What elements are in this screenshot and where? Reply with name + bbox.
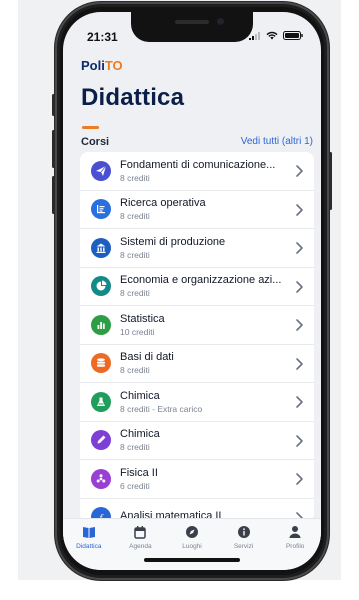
front-camera bbox=[217, 18, 224, 25]
course-credits: 8 crediti bbox=[120, 365, 150, 376]
chevron-right-icon bbox=[296, 473, 303, 485]
screen: 21:31 PoliTO Didattica Corsi Vedi tutti … bbox=[63, 12, 321, 570]
battery-icon bbox=[283, 31, 303, 40]
chevron-right-icon bbox=[296, 203, 303, 216]
atom-icon bbox=[91, 468, 111, 489]
course-credits: 6 crediti bbox=[120, 480, 150, 491]
tab-didattica[interactable]: Didattica bbox=[64, 519, 114, 570]
building-icon bbox=[91, 237, 111, 258]
course-credits: 8 crediti bbox=[120, 288, 150, 299]
flask-icon bbox=[91, 391, 111, 412]
chevron-right-icon bbox=[296, 396, 303, 408]
course-credits: 8 crediti bbox=[120, 211, 150, 222]
course-row[interactable]: Statistica 10 crediti bbox=[80, 306, 314, 345]
volume-up-button bbox=[52, 130, 55, 168]
course-name: Fondamenti di comunicazione... bbox=[120, 158, 276, 171]
course-row[interactable]: Chimica 8 crediti - Extra carico bbox=[80, 383, 314, 422]
mute-switch bbox=[52, 94, 55, 116]
course-credits: 8 crediti bbox=[120, 172, 150, 183]
course-row[interactable]: Fisica II 6 crediti bbox=[80, 460, 314, 499]
speaker-grille bbox=[175, 20, 209, 24]
database-icon bbox=[91, 353, 111, 374]
tab-label: Servizi bbox=[233, 543, 254, 550]
tab-label: Luoghi bbox=[182, 543, 202, 550]
chevron-right-icon bbox=[296, 242, 303, 254]
course-name: Chimica bbox=[120, 428, 160, 441]
chevron-right-icon bbox=[296, 165, 303, 177]
chevron-right-icon bbox=[296, 434, 303, 447]
book-icon bbox=[64, 525, 114, 539]
course-text: Basi di dati 8 crediti bbox=[120, 351, 292, 375]
app-logo: PoliTO bbox=[81, 58, 123, 73]
course-row[interactable]: Basi di dati 8 crediti bbox=[80, 345, 314, 383]
compass-icon bbox=[167, 525, 217, 539]
course-name: Chimica bbox=[120, 389, 160, 402]
course-name: Economia e organizzazione azi... bbox=[120, 274, 282, 287]
bar-chart-icon bbox=[91, 314, 111, 335]
calendar-icon bbox=[115, 525, 165, 539]
courses-list: Fondamenti di comunicazione... 8 crediti R… bbox=[80, 152, 314, 522]
chevron-right-icon bbox=[296, 280, 303, 293]
course-name: Fisica II bbox=[120, 466, 158, 479]
tab-servizi[interactable]: Servizi bbox=[219, 519, 269, 570]
pie-chart-icon bbox=[91, 276, 111, 297]
chart-list-icon bbox=[91, 199, 111, 220]
tab-bar: Didattica Agenda Luoghi Servizi Profilo bbox=[63, 518, 321, 570]
course-row[interactable]: Fondamenti di comunicazione... 8 crediti bbox=[80, 152, 314, 191]
logo-to: TO bbox=[104, 58, 123, 73]
status-time: 21:31 bbox=[87, 30, 118, 44]
course-row[interactable]: Ricerca operativa 8 crediti bbox=[80, 191, 314, 229]
course-text: Fisica II 6 crediti bbox=[120, 467, 292, 491]
course-text: Chimica 8 crediti - Extra carico bbox=[120, 390, 292, 414]
course-text: Sistemi di produzione 8 crediti bbox=[120, 236, 292, 260]
course-row[interactable]: Sistemi di produzione 8 crediti bbox=[80, 229, 314, 268]
page-title: Didattica bbox=[81, 84, 185, 111]
volume-down-button bbox=[52, 176, 55, 214]
course-text: Ricerca operativa 8 crediti bbox=[120, 197, 292, 221]
course-name: Sistemi di produzione bbox=[120, 235, 226, 248]
home-indicator bbox=[144, 558, 240, 562]
course-text: Fondamenti di comunicazione... 8 crediti bbox=[120, 159, 292, 183]
course-text: Chimica 8 crediti bbox=[120, 428, 292, 452]
course-credits: 8 crediti - Extra carico bbox=[120, 403, 203, 414]
section-accent-bar bbox=[82, 126, 99, 129]
notch bbox=[131, 12, 253, 42]
section-title: Corsi bbox=[81, 136, 110, 148]
tab-label: Profilo bbox=[285, 543, 305, 550]
chevron-right-icon bbox=[296, 357, 303, 370]
see-all-link[interactable]: Vedi tutti (altri 1) bbox=[241, 136, 313, 147]
phone-frame: 21:31 PoliTO Didattica Corsi Vedi tutti … bbox=[52, 2, 332, 580]
wifi-icon bbox=[266, 31, 278, 40]
course-text: Statistica 10 crediti bbox=[120, 313, 292, 337]
course-name: Ricerca operativa bbox=[120, 197, 206, 210]
course-credits: 10 crediti bbox=[120, 326, 155, 337]
status-icons bbox=[249, 31, 303, 40]
course-row[interactable]: Chimica 8 crediti bbox=[80, 422, 314, 460]
course-credits: 8 crediti bbox=[120, 442, 150, 453]
user-icon bbox=[270, 525, 320, 539]
tab-agenda[interactable]: Agenda bbox=[115, 519, 165, 570]
tab-luoghi[interactable]: Luoghi bbox=[167, 519, 217, 570]
course-name: Basi di dati bbox=[120, 351, 174, 364]
course-name: Statistica bbox=[120, 312, 165, 325]
chevron-right-icon bbox=[296, 319, 303, 331]
power-button bbox=[329, 152, 332, 210]
logo-poli: Poli bbox=[81, 58, 105, 73]
tab-label: Agenda bbox=[129, 543, 152, 550]
course-credits: 8 crediti bbox=[120, 249, 150, 260]
course-text: Economia e organizzazione azi... 8 credit… bbox=[120, 274, 292, 298]
info-icon bbox=[219, 525, 269, 539]
course-row[interactable]: Economia e organizzazione azi... 8 credit… bbox=[80, 268, 314, 306]
pencil-icon bbox=[91, 430, 111, 451]
tab-label: Didattica bbox=[76, 543, 102, 550]
tab-profilo[interactable]: Profilo bbox=[270, 519, 320, 570]
paper-plane-icon bbox=[91, 160, 111, 181]
signal-icon bbox=[249, 31, 260, 40]
